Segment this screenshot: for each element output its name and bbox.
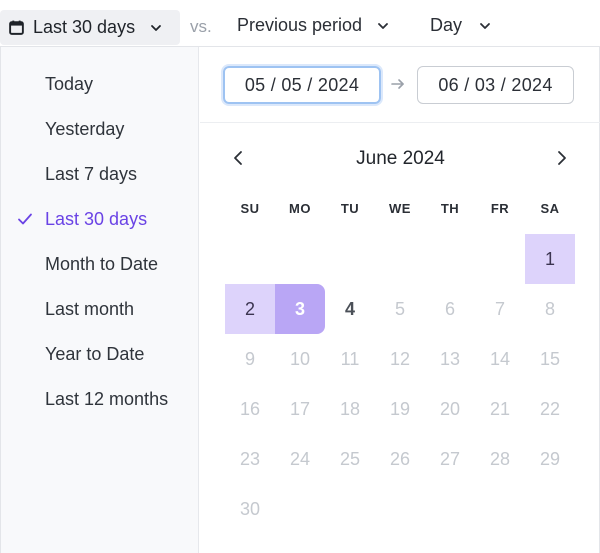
end-date-input[interactable]: 06 / 03 / 2024 <box>417 66 574 104</box>
calendar-day: 16 <box>239 398 261 419</box>
weekday-label: SA <box>540 201 560 216</box>
preset-item-last-7-days[interactable]: Last 7 days <box>1 154 199 194</box>
calendar-day: 21 <box>489 398 511 419</box>
calendar-day: 17 <box>289 398 311 419</box>
calendar-day: 20 <box>439 398 461 419</box>
calendar-day[interactable]: 4 <box>325 284 375 334</box>
arrow-right-icon <box>391 79 404 89</box>
chevron-down-icon <box>378 22 388 29</box>
check-icon <box>18 213 32 225</box>
preset-label: Yesterday <box>45 118 125 139</box>
calendar-day: 24 <box>289 448 311 469</box>
preset-label: Last month <box>45 298 135 319</box>
calendar-day[interactable]: 2 <box>225 284 275 334</box>
preset-label: Year to Date <box>45 343 145 364</box>
weekday-label: MO <box>289 201 311 216</box>
calendar-day: 14 <box>489 348 511 369</box>
date-input-row: 05 / 05 / 2024 06 / 03 / 2024 <box>200 47 600 123</box>
weekday-label: SU <box>240 201 260 216</box>
compare-period-button[interactable]: Previous period <box>237 15 390 36</box>
calendar-day: 30 <box>239 498 261 519</box>
preset-item-year-to-date[interactable]: Year to Date <box>1 334 199 374</box>
calendar-day: 26 <box>389 448 411 469</box>
preset-item-last-month[interactable]: Last month <box>1 289 199 329</box>
weekday-label: FR <box>490 201 510 216</box>
calendar-day: 8 <box>544 298 555 319</box>
calendar-day: 19 <box>389 398 411 419</box>
preset-item-last-12-months[interactable]: Last 12 months <box>1 379 199 419</box>
calendar-panel: 05 / 05 / 2024 06 / 03 / 2024 June 2024 … <box>200 47 600 553</box>
calendar-day: 27 <box>439 448 461 469</box>
date-range-button[interactable]: Last 30 days <box>0 10 180 45</box>
date-filter-bar: Last 30 days vs. Previous period Day <box>0 0 600 46</box>
preset-label: Last 12 months <box>45 388 169 409</box>
weekday-label: TH <box>440 201 460 216</box>
weekday-label: TU <box>340 201 360 216</box>
month-title: June 2024 <box>356 148 445 169</box>
preset-label: Last 7 days <box>45 163 138 184</box>
calendar-day: 6 <box>444 298 455 319</box>
chevron-down-icon <box>480 22 490 29</box>
calendar-day: 10 <box>289 348 311 369</box>
calendar-icon <box>9 20 24 35</box>
calendar-day: 5 <box>394 298 405 319</box>
weekday-label: WE <box>389 201 411 216</box>
preset-label: Last 30 days <box>45 208 148 229</box>
calendar-day: 15 <box>539 348 561 369</box>
date-range-label: Last 30 days <box>33 17 136 37</box>
start-date-input[interactable]: 05 / 05 / 2024 <box>223 66 381 104</box>
calendar-day: 18 <box>339 398 361 419</box>
calendar-day: 7 <box>494 298 505 319</box>
granularity-button[interactable]: Day <box>430 15 492 36</box>
granularity-label: Day <box>430 15 463 35</box>
preset-item-last-30-days[interactable]: Last 30 days <box>1 199 199 239</box>
calendar-day: 23 <box>239 448 261 469</box>
calendar-day: 12 <box>389 348 411 369</box>
preset-label: Month to Date <box>45 253 159 274</box>
calendar-day: 11 <box>340 348 360 369</box>
compare-period-label: Previous period <box>237 15 363 35</box>
calendar-day: 13 <box>439 348 461 369</box>
calendar-day: 9 <box>244 348 255 369</box>
preset-list: Today Yesterday Last 7 days Last 30 days… <box>1 47 199 553</box>
vs-label: vs. <box>190 17 212 36</box>
calendar-day: 29 <box>539 448 561 469</box>
calendar-day: 28 <box>489 448 511 469</box>
preset-item-month-to-date[interactable]: Month to Date <box>1 244 199 284</box>
calendar-day: 22 <box>539 398 561 419</box>
chevron-down-icon <box>151 24 161 31</box>
calendar-day[interactable]: 3 <box>275 284 325 334</box>
date-range-dropdown: Today Yesterday Last 7 days Last 30 days… <box>0 46 600 553</box>
preset-item-yesterday[interactable]: Yesterday <box>1 109 199 149</box>
calendar-day: 25 <box>339 448 361 469</box>
calendar-day[interactable]: 1 <box>525 234 575 284</box>
preset-item-today[interactable]: Today <box>1 64 199 104</box>
chevron-right-icon[interactable] <box>551 148 571 168</box>
preset-label: Today <box>45 73 94 94</box>
